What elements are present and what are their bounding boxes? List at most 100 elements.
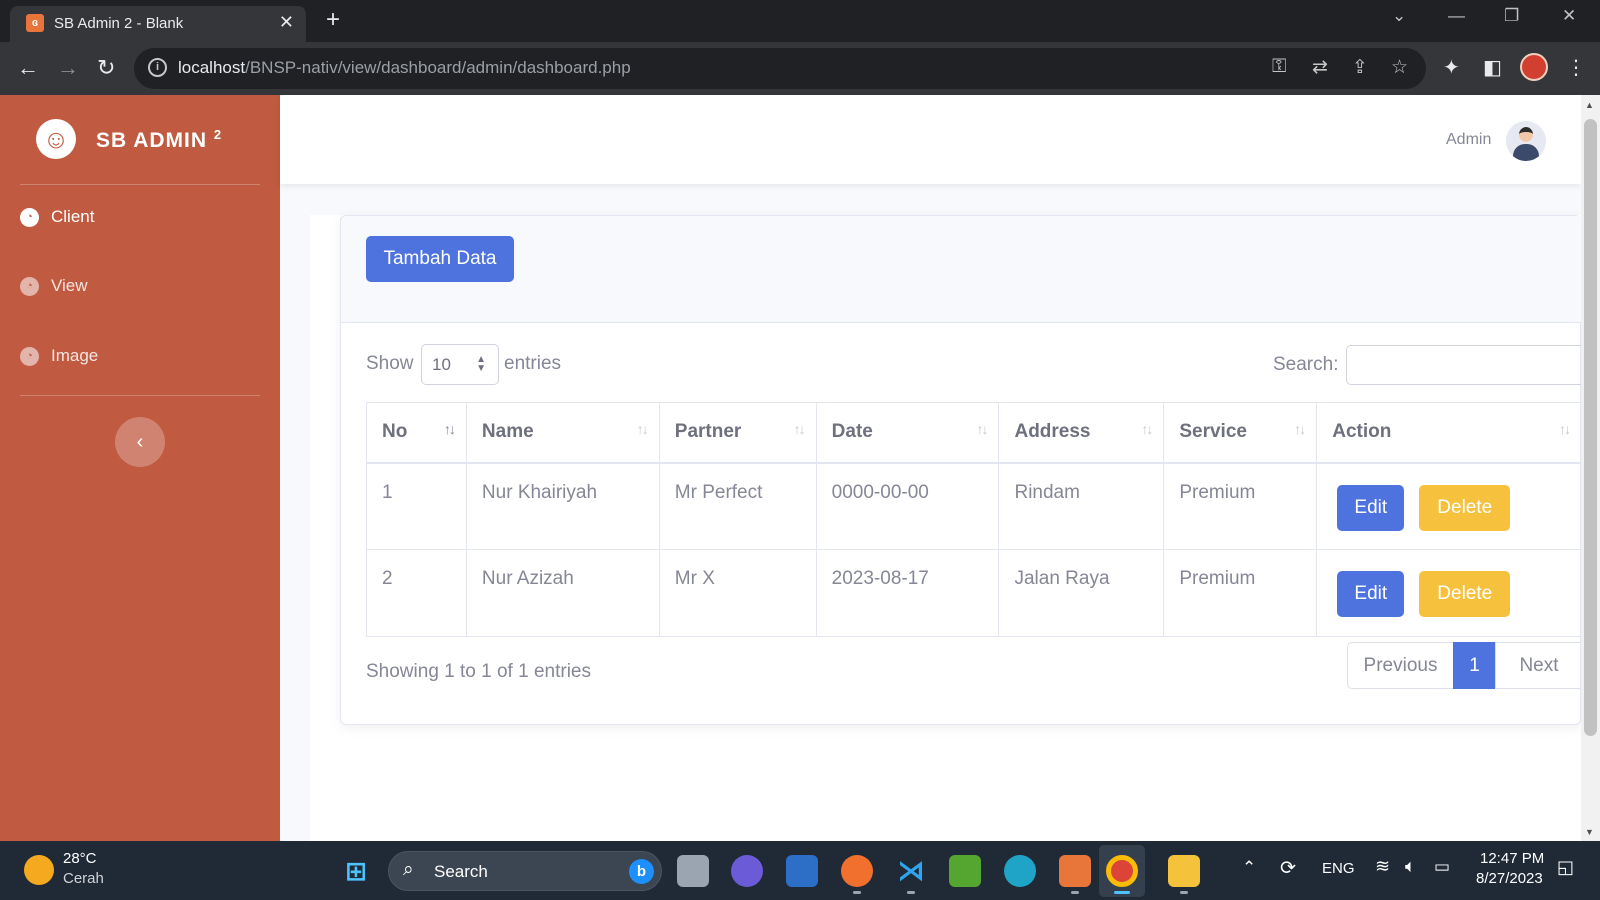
sort-icon: ↑↓ <box>793 421 806 437</box>
cell-address: Jalan Raya <box>998 549 1165 637</box>
brand-laugh-icon[interactable]: ☺ <box>36 119 76 159</box>
address-bar[interactable]: i localhost/BNSP-nativ/view/dashboard/ad… <box>134 48 1426 89</box>
user-avatar-icon[interactable] <box>1506 121 1546 161</box>
cell-action: Edit Delete <box>1316 462 1582 550</box>
file-explorer-icon[interactable] <box>1168 855 1200 887</box>
sidebar-item-view[interactable]: ◔ View <box>20 276 88 296</box>
bing-icon[interactable]: b <box>629 859 654 884</box>
scrollbar-thumb[interactable] <box>1584 119 1597 736</box>
table-header-row: No ↑↓ Name ↑↓ Partner ↑↓ Date ↑↓ Address ↑↓ S… <box>366 402 1582 464</box>
sidebar-item-client[interactable]: ◔ Client <box>20 207 94 227</box>
entries-label: entries <box>504 353 562 374</box>
column-header-date[interactable]: Date ↑↓ <box>815 402 1000 464</box>
password-key-icon[interactable]: ⚿ <box>1272 56 1286 78</box>
profile-avatar-icon[interactable] <box>1520 53 1548 81</box>
add-data-button[interactable]: Tambah Data <box>366 236 514 282</box>
browser-tab-strip: ɞ SB Admin 2 - Blank ✕ + ⌄ — ❐ ✕ <box>0 0 1600 42</box>
scroll-up-icon[interactable]: ▲ <box>1585 100 1594 110</box>
minimize-icon[interactable]: — <box>1448 6 1465 26</box>
task-view-icon[interactable] <box>677 855 709 887</box>
share-icon[interactable]: ⇪ <box>1352 56 1368 79</box>
pagination-previous[interactable]: Previous <box>1347 642 1454 689</box>
search-input[interactable] <box>1346 345 1582 385</box>
column-header-name[interactable]: Name ↑↓ <box>465 402 660 464</box>
pagination-page-1[interactable]: 1 <box>1453 642 1496 689</box>
column-header-action[interactable]: Action ↑↓ <box>1316 402 1582 464</box>
xampp-icon[interactable] <box>1059 855 1091 887</box>
column-header-partner[interactable]: Partner ↑↓ <box>658 402 817 464</box>
sort-icon: ↑↓ <box>976 421 988 437</box>
running-indicator <box>1071 891 1079 894</box>
sort-icon: ↑↓ <box>1141 421 1153 437</box>
new-tab-icon[interactable]: + <box>326 6 340 34</box>
sidebar-item-image[interactable]: ◔ Image <box>20 346 98 366</box>
url-text[interactable]: localhost/BNSP-nativ/view/dashboard/admi… <box>178 58 631 78</box>
sidebar-toggle-button[interactable]: ‹ <box>115 417 165 467</box>
cell-action: Edit Delete <box>1316 549 1582 637</box>
running-indicator <box>1180 891 1188 894</box>
edit-button[interactable]: Edit <box>1337 484 1405 531</box>
cell-service: Premium <box>1163 549 1318 637</box>
delete-button[interactable]: Delete <box>1419 484 1511 531</box>
delete-button[interactable]: Delete <box>1419 571 1511 617</box>
weather-desc[interactable]: Cerah <box>63 870 104 887</box>
back-icon[interactable]: ← <box>17 55 39 81</box>
scroll-down-icon[interactable]: ▼ <box>1585 827 1594 837</box>
extensions-puzzle-icon[interactable]: ✦ <box>1443 55 1460 80</box>
restore-icon[interactable]: ❐ <box>1504 6 1519 26</box>
close-tab-icon[interactable]: ✕ <box>279 12 294 33</box>
taskbar-search[interactable]: ⌕ Search b <box>388 851 662 891</box>
cell-service: Premium <box>1163 462 1318 550</box>
cell-date: 0000-00-00 <box>815 462 1000 550</box>
vscode-icon[interactable]: ⋊ <box>895 855 927 887</box>
sidebar-divider <box>20 184 260 185</box>
mysql-workbench-icon[interactable] <box>786 855 818 887</box>
tab-search-icon[interactable]: ⌄ <box>1392 6 1406 26</box>
brand-title[interactable]: SB ADMIN 2 <box>96 127 222 153</box>
cell-name: Nur Khairiyah <box>465 462 660 550</box>
search-icon: ⌕ <box>403 859 414 880</box>
browser-tab[interactable]: ɞ SB Admin 2 - Blank ✕ <box>10 6 306 42</box>
reload-icon[interactable]: ↻ <box>97 55 115 81</box>
edge-icon[interactable] <box>1004 855 1036 887</box>
weather-temp[interactable]: 28°C <box>63 850 97 867</box>
site-info-icon[interactable]: i <box>148 58 167 77</box>
chrome-icon[interactable] <box>1106 855 1138 887</box>
cell-address: Rindam <box>998 462 1165 550</box>
sort-icon: ↑↓ <box>443 421 456 437</box>
side-panel-icon[interactable]: ◧ <box>1483 55 1502 80</box>
tachometer-icon: ◔ <box>20 276 39 296</box>
pagination-next[interactable]: Next <box>1495 642 1582 689</box>
chat-icon[interactable] <box>731 855 763 887</box>
firefox-icon[interactable] <box>841 855 873 887</box>
translate-icon[interactable]: ⇄ <box>1312 56 1328 79</box>
running-indicator <box>853 891 861 894</box>
notepad-icon[interactable] <box>949 855 981 887</box>
show-hidden-icons-chevron-icon[interactable]: ⌃ <box>1242 858 1256 878</box>
page-length-select[interactable]: 10 ▲ ▼ <box>421 344 499 385</box>
wifi-icon[interactable]: ≋ <box>1375 856 1390 877</box>
sort-icon: ↑↓ <box>1294 421 1306 437</box>
sync-icon[interactable]: ⟳ <box>1280 857 1296 880</box>
taskbar-search-label: Search <box>434 862 488 881</box>
running-indicator <box>1114 891 1130 894</box>
windows-start-icon[interactable]: ⊞ <box>340 855 372 887</box>
forward-icon[interactable]: → <box>57 55 79 81</box>
browser-menu-icon[interactable]: ⋮ <box>1566 55 1586 80</box>
page-scrollbar[interactable]: ▲ ▼ <box>1581 95 1600 841</box>
battery-icon[interactable]: ▭ <box>1434 857 1450 877</box>
notification-icon[interactable]: ◱ <box>1557 857 1574 878</box>
clock-time[interactable]: 12:47 PM <box>1480 850 1544 867</box>
edit-button[interactable]: Edit <box>1337 571 1405 617</box>
table-row: 2 Nur Azizah Mr X 2023-08-17 Jalan Raya … <box>366 549 1582 637</box>
weather-sun-icon[interactable] <box>24 855 54 885</box>
volume-icon[interactable]: 🔈︎ <box>1405 856 1416 877</box>
language-indicator[interactable]: ENG <box>1322 860 1355 877</box>
column-header-address[interactable]: Address ↑↓ <box>998 402 1165 464</box>
clock-date[interactable]: 8/27/2023 <box>1476 870 1543 887</box>
column-header-service[interactable]: Service ↑↓ <box>1163 402 1318 464</box>
close-window-icon[interactable]: ✕ <box>1562 6 1576 26</box>
user-name[interactable]: Admin <box>1446 131 1491 149</box>
column-header-no[interactable]: No ↑↓ <box>366 402 467 464</box>
bookmark-star-icon[interactable]: ☆ <box>1391 56 1408 79</box>
